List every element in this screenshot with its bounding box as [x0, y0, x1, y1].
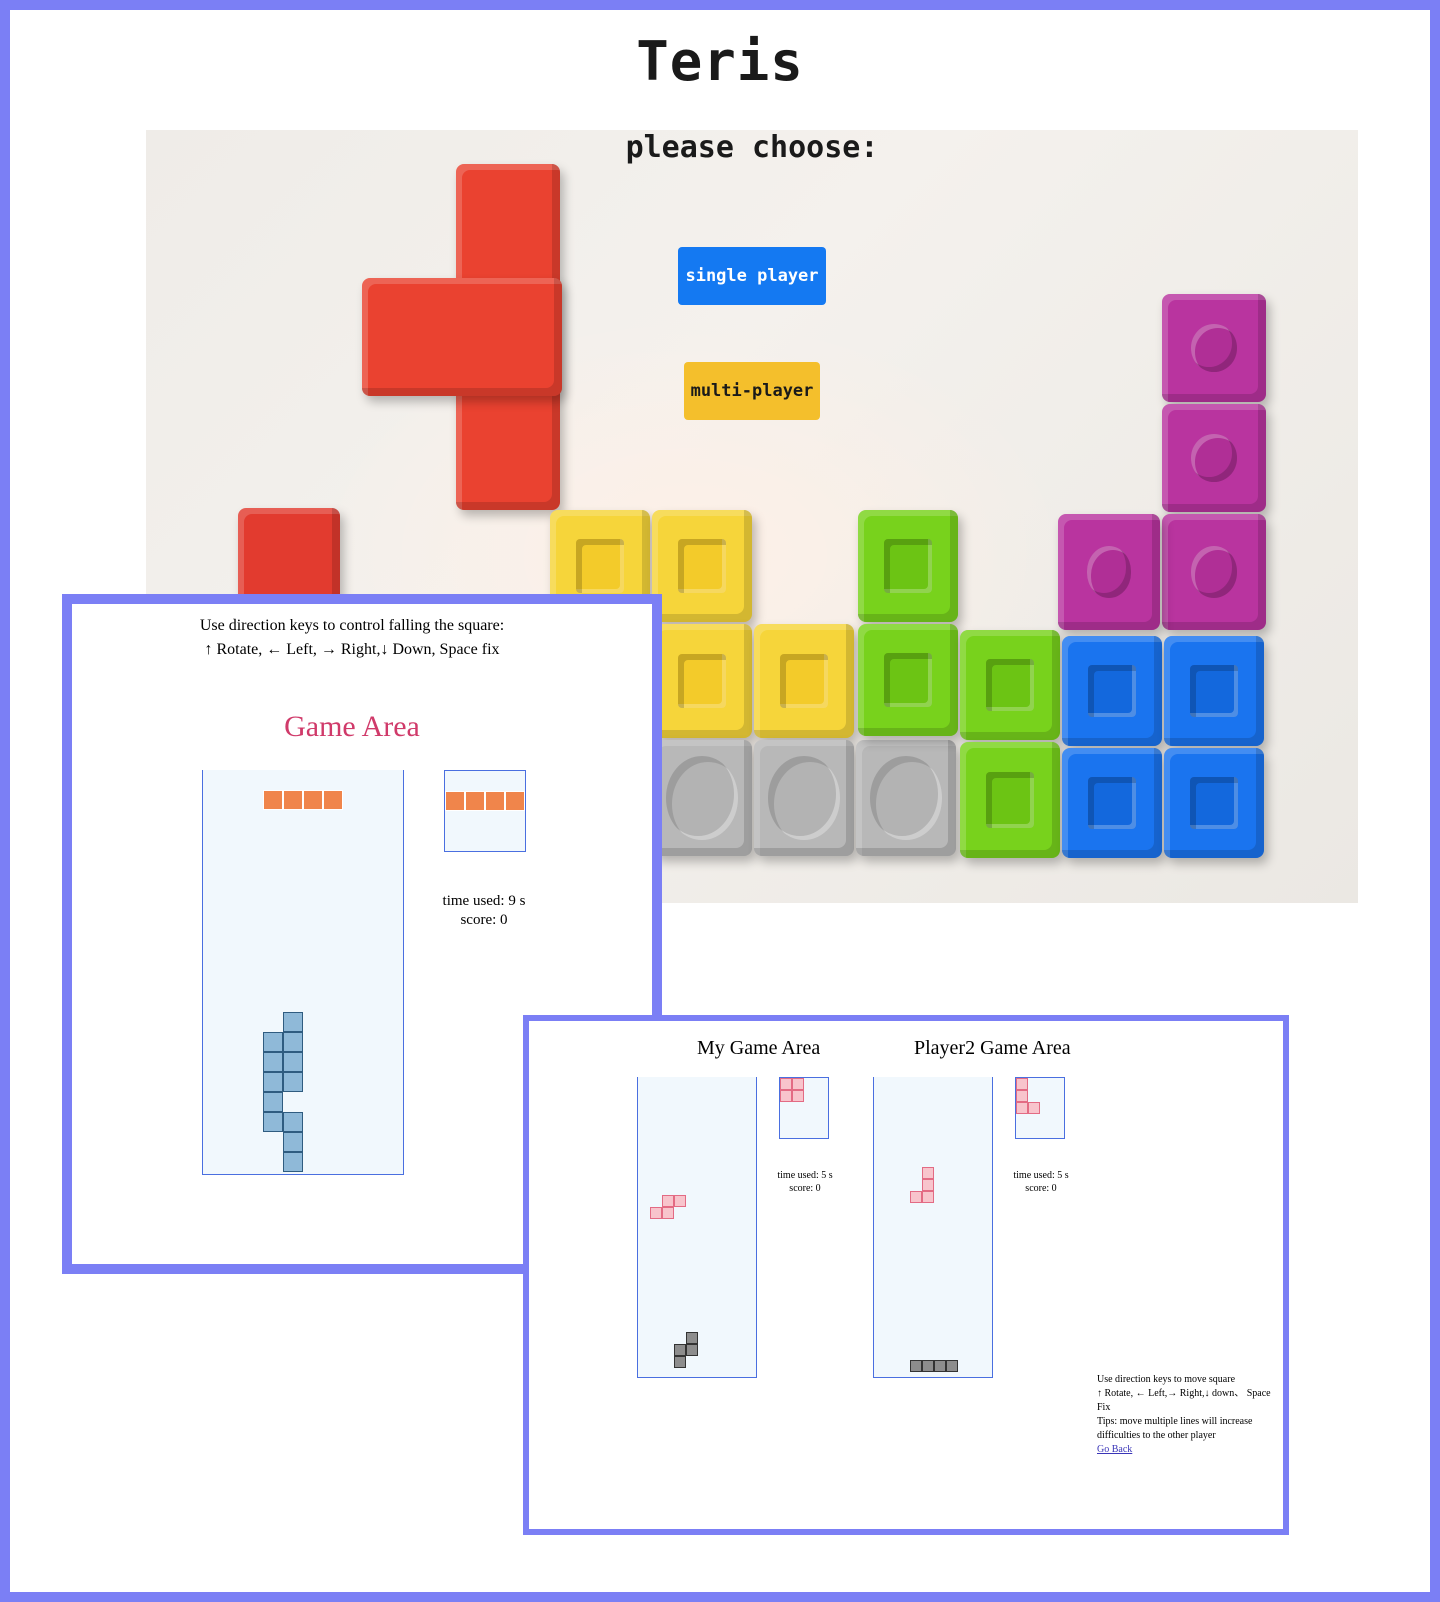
game-area-title: Game Area: [284, 710, 420, 743]
player2-next-piece-preview: [1015, 1077, 1065, 1139]
hero-yellow-block: [652, 624, 752, 738]
falling-piece-cell: [662, 1207, 674, 1219]
multi-player-card: My Game Area Player2 Game Area time used…: [523, 1015, 1289, 1535]
single-player-button[interactable]: single player: [678, 247, 826, 305]
next-piece-cell: [1016, 1090, 1028, 1102]
hero-green-block: [960, 630, 1060, 740]
hero-magenta-block: [1162, 404, 1266, 512]
help-line: Use direction keys to move square: [1097, 1374, 1236, 1385]
stacked-cell: [946, 1360, 958, 1372]
go-back-link[interactable]: Go Back: [1097, 1443, 1272, 1457]
stacked-cell: [283, 1112, 303, 1132]
stacked-cell: [910, 1360, 922, 1372]
stacked-cell: [263, 1112, 283, 1132]
my-next-piece-preview: [779, 1077, 829, 1139]
stacked-cell: [686, 1344, 698, 1356]
my-game-board[interactable]: [637, 1077, 757, 1378]
next-piece-cell: [485, 791, 505, 811]
falling-piece-cell: [922, 1179, 934, 1191]
my-score: score: 0: [789, 1183, 821, 1194]
game-board[interactable]: [202, 770, 404, 1175]
player2-stats: time used: 5 s score: 0: [1001, 1169, 1081, 1195]
stacked-cell: [263, 1052, 283, 1072]
falling-piece-cell: [674, 1195, 686, 1207]
multi-player-button[interactable]: multi-player: [684, 362, 820, 420]
hero-blue-block: [1164, 748, 1264, 858]
app-title: Teris: [636, 30, 804, 93]
choose-prompt: please choose:: [625, 130, 879, 165]
next-piece-cell: [1016, 1102, 1028, 1114]
next-piece-cell: [1028, 1102, 1040, 1114]
hero-red-small-block: [238, 508, 340, 608]
stacked-cell: [263, 1092, 283, 1112]
single-instructions: Use direction keys to control falling th…: [72, 614, 632, 662]
stacked-cell: [283, 1132, 303, 1152]
multi-help-text: Use direction keys to move square ↑ Rota…: [1097, 1373, 1272, 1457]
falling-piece-cell: [283, 790, 303, 810]
single-stats: time used: 9 s score: 0: [414, 892, 554, 930]
next-piece-cell: [505, 791, 525, 811]
hero-magenta-block: [1058, 514, 1160, 630]
help-keys: ↑ Rotate, ← Left,→ Right,↓ down、 Space F…: [1097, 1388, 1271, 1413]
falling-piece-cell: [323, 790, 343, 810]
stacked-cell: [283, 1052, 303, 1072]
falling-piece-cell: [662, 1195, 674, 1207]
hero-blue-block: [1164, 636, 1264, 746]
stacked-cell: [934, 1360, 946, 1372]
stacked-cell: [283, 1152, 303, 1172]
falling-piece-cell: [303, 790, 323, 810]
multi-player-screen: My Game Area Player2 Game Area time used…: [529, 1021, 1283, 1529]
falling-piece-cell: [263, 790, 283, 810]
stacked-cell: [686, 1332, 698, 1344]
hero-green-block: [960, 742, 1060, 858]
stacked-cell: [263, 1072, 283, 1092]
player2-time-used: time used: 5 s: [1013, 1170, 1069, 1181]
player2-score: score: 0: [1025, 1183, 1057, 1194]
hero-green-block: [858, 624, 958, 736]
player2-game-board: [873, 1077, 993, 1378]
stacked-cell: [674, 1356, 686, 1368]
next-piece-cell: [465, 791, 485, 811]
next-piece-cell: [780, 1078, 792, 1090]
hero-yellow-block: [652, 510, 752, 622]
score: score: 0: [460, 912, 508, 928]
instruction-line: Use direction keys to control falling th…: [199, 617, 505, 634]
stacked-cell: [283, 1012, 303, 1032]
my-stats: time used: 5 s score: 0: [765, 1169, 845, 1195]
help-tips: Tips: move multiple lines will increase …: [1097, 1416, 1253, 1441]
hero-gray-block: [754, 740, 854, 856]
falling-piece-cell: [922, 1191, 934, 1203]
falling-piece-cell: [922, 1167, 934, 1179]
stacked-cell: [283, 1072, 303, 1092]
hero-blue-block: [1062, 636, 1162, 746]
falling-piece-cell: [650, 1207, 662, 1219]
next-piece-cell: [792, 1078, 804, 1090]
next-piece-cell: [792, 1090, 804, 1102]
stacked-cell: [283, 1032, 303, 1052]
stacked-cell: [674, 1344, 686, 1356]
next-piece-preview: [444, 770, 526, 852]
hero-gray-block: [652, 740, 752, 856]
player2-game-area-title: Player2 Game Area: [914, 1037, 1071, 1059]
my-time-used: time used: 5 s: [777, 1170, 833, 1181]
stacked-cell: [263, 1032, 283, 1052]
stacked-cell: [922, 1360, 934, 1372]
next-piece-cell: [445, 791, 465, 811]
next-piece-cell: [780, 1090, 792, 1102]
instruction-keys: ↑ Rotate, ← Left, → Right,↓ Down, Space …: [204, 641, 500, 658]
hero-gray-block: [856, 740, 956, 856]
time-used: time used: 9 s: [442, 893, 526, 909]
hero-yellow-block: [754, 624, 854, 738]
next-piece-cell: [1016, 1078, 1028, 1090]
hero-blue-block: [1062, 748, 1162, 858]
falling-piece-cell: [910, 1191, 922, 1203]
hero-green-block: [858, 510, 958, 622]
my-game-area-title: My Game Area: [697, 1037, 821, 1059]
hero-magenta-block: [1162, 514, 1266, 630]
hero-magenta-block: [1162, 294, 1266, 402]
hero-red-t-arm: [362, 278, 562, 396]
